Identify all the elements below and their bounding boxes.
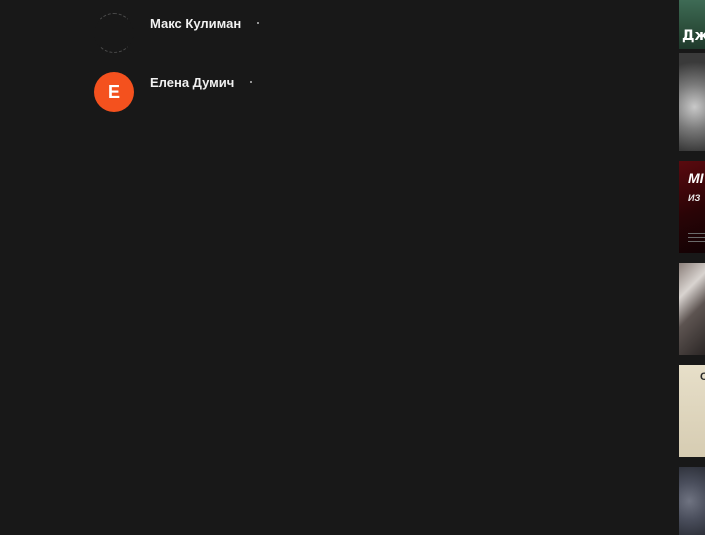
separator-dot [250, 81, 253, 83]
thumbnail-caption: С [700, 371, 705, 383]
thumbnail-caption: Дж [682, 28, 705, 44]
thumbnail-text-lines [688, 233, 705, 245]
video-thumbnail-shelf: Дж МІ ИЗ С [679, 0, 705, 535]
user-name[interactable]: Елена Думич [150, 75, 234, 90]
thumbnail-caption: МІ [688, 170, 704, 186]
avatar[interactable]: Е [94, 72, 134, 112]
avatar[interactable] [94, 13, 134, 53]
video-thumbnail[interactable]: МІ ИЗ [679, 161, 705, 253]
thumbnail-subcaption: ИЗ [688, 193, 701, 203]
user-row[interactable]: Е Елена Думич [94, 72, 253, 112]
user-name[interactable]: Макс Кулиман [150, 16, 241, 31]
video-thumbnail[interactable]: С [679, 365, 705, 457]
video-thumbnail[interactable] [679, 53, 705, 151]
user-row[interactable]: Макс Кулиман [94, 13, 260, 53]
video-thumbnail[interactable] [679, 263, 705, 355]
video-thumbnail[interactable] [679, 467, 705, 535]
video-thumbnail[interactable]: Дж [679, 0, 705, 49]
separator-dot [257, 22, 260, 24]
